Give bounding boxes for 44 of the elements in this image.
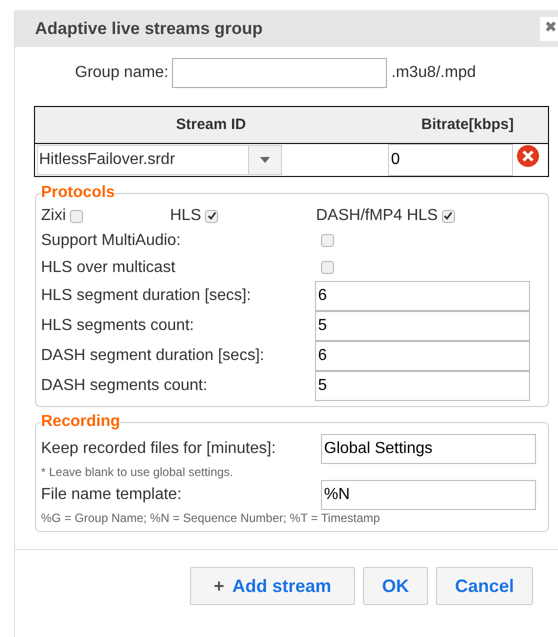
dialog-button[interactable]: Cancel — [436, 567, 534, 605]
field-label: DASH segments count: — [41, 376, 208, 396]
number-field[interactable]: 6 — [315, 281, 530, 311]
field-label: HLS segment duration [secs]: — [41, 286, 252, 306]
section-title: Recording — [41, 412, 120, 432]
checkbox[interactable] — [321, 261, 334, 274]
bitrate-field[interactable]: 0 — [388, 144, 513, 176]
checkbox[interactable] — [321, 234, 334, 247]
number-field[interactable]: 6 — [315, 341, 530, 371]
caret-icon — [248, 146, 281, 174]
field-label: DASH segment duration [secs]: — [41, 346, 266, 366]
checkbox[interactable] — [205, 210, 218, 222]
column-header: Stream ID — [174, 114, 248, 135]
field-label: File name template: — [41, 485, 183, 505]
group-name-field[interactable] — [172, 58, 388, 88]
number-field[interactable]: 5 — [315, 371, 530, 401]
dropdown-value: HitlessFailover.srdr — [38, 150, 176, 170]
window-title: Adaptive live streams group — [35, 18, 263, 40]
plus-icon: + — [214, 572, 224, 600]
field-suffix: .m3u8/.mpd — [391, 63, 476, 83]
option-label: Zixi — [41, 206, 66, 226]
checkmark-icon — [206, 211, 217, 221]
field-label: HLS segments count: — [41, 316, 195, 336]
text-field[interactable]: Global Settings — [321, 434, 536, 464]
add-stream-button[interactable]: + Add stream — [190, 567, 355, 605]
checkbox[interactable] — [70, 210, 83, 222]
stream-id-dropdown[interactable]: HitlessFailover.srdr — [37, 145, 282, 175]
close-button[interactable]: ✖ — [540, 16, 558, 40]
option-label: DASH/fMP4 HLS — [316, 206, 438, 226]
field-label: Group name: — [75, 63, 168, 83]
number-field[interactable]: 5 — [315, 311, 530, 341]
checkmark-icon — [443, 211, 454, 221]
column-header: Bitrate[kbps] — [420, 114, 515, 135]
dialog-button[interactable]: OK — [363, 567, 428, 605]
option-label: Support MultiAudio: — [41, 230, 182, 250]
checkbox[interactable] — [442, 210, 455, 222]
text-field[interactable]: %N — [321, 480, 536, 510]
option-label: HLS over multicast — [41, 258, 176, 278]
hint-text: %G = Group Name; %N = Sequence Number; %T = Timestamp — [41, 510, 381, 526]
field-label: Keep recorded files for [minutes]: — [41, 439, 277, 459]
option-label: HLS — [170, 206, 202, 226]
hint-text: * Leave blank to use global settings. — [41, 464, 234, 480]
remove-icon[interactable] — [516, 144, 540, 168]
section-title: Protocols — [41, 183, 115, 203]
